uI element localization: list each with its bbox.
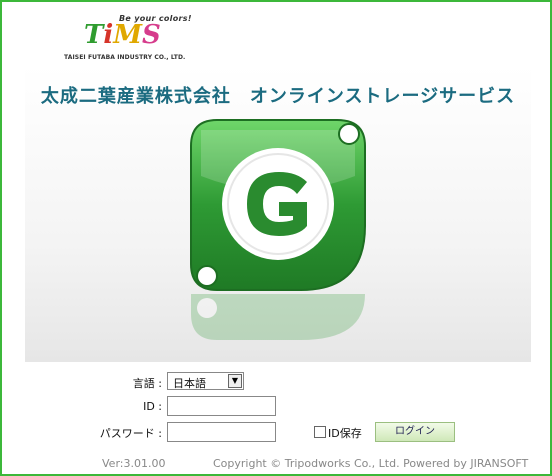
chevron-down-icon[interactable]: ▼ (228, 374, 242, 388)
language-select-value: 日本語 (173, 377, 206, 390)
save-id-label[interactable]: ID保存 (328, 425, 362, 441)
footer: Ver:3.01.00 Copyright © Tripodworks Co.,… (2, 454, 552, 474)
logo-wordmark: TiMS (84, 20, 161, 50)
logo-letter: i (103, 20, 114, 50)
logo-letter: T (84, 20, 104, 50)
login-form: 言語 : 日本語 ▼ ID : パスワード : ID保存 ログイン (2, 368, 552, 448)
language-select[interactable]: 日本語 ▼ (167, 372, 244, 390)
login-button[interactable]: ログイン (375, 422, 455, 442)
id-input[interactable] (167, 396, 276, 416)
language-label: 言語 : (132, 377, 162, 390)
save-id-checkbox[interactable] (314, 426, 326, 438)
g-logo-reflection (191, 294, 365, 340)
app-frame: Be your colors! TiMS TAISEI FUTABA INDUS… (0, 0, 552, 476)
copyright-text: Copyright © Tripodworks Co., Ltd. Powere… (213, 457, 529, 470)
id-label: ID : (143, 400, 162, 413)
g-logo-icon (190, 119, 366, 291)
version-text: Ver:3.01.00 (102, 457, 166, 470)
logo-letter: M (113, 20, 143, 50)
company-logo: Be your colors! TiMS TAISEI FUTABA INDUS… (64, 14, 194, 66)
service-title: 太成二葉産業株式会社 オンラインストレージサービス (40, 86, 516, 107)
logo-letter: S (142, 20, 161, 50)
hero-banner: 太成二葉産業株式会社 オンラインストレージサービス (25, 66, 531, 362)
password-label: パスワード : (99, 427, 162, 440)
password-input[interactable] (167, 422, 276, 442)
logo-company-name: TAISEI FUTABA INDUSTRY CO., LTD. (64, 54, 186, 61)
